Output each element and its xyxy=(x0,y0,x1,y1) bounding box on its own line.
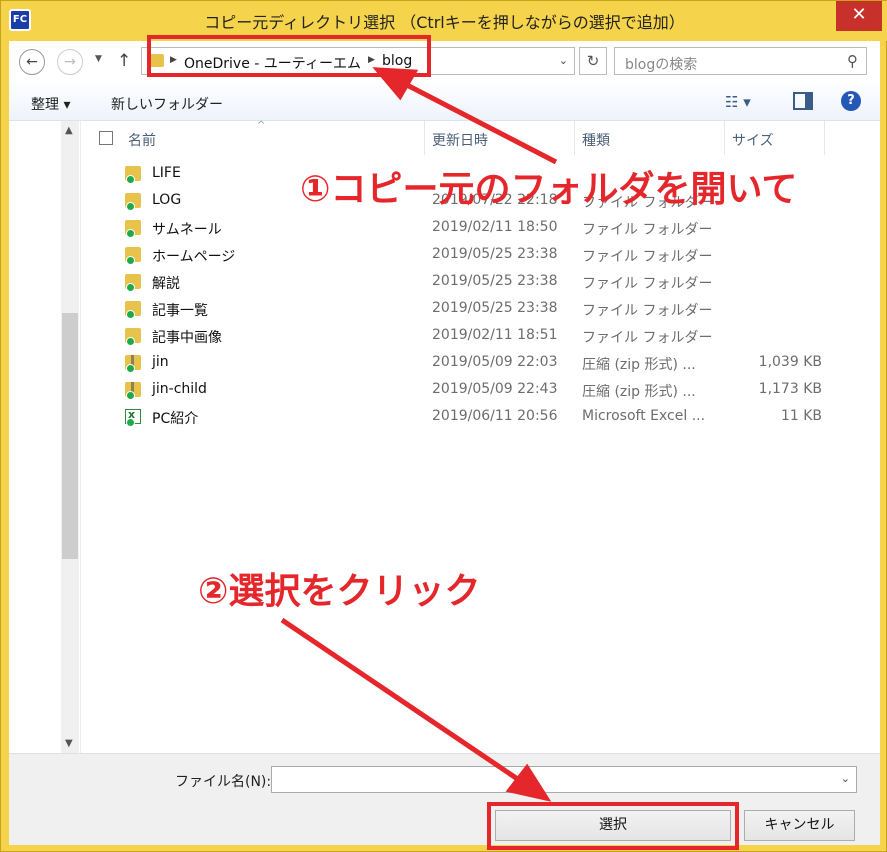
file-date: 2019/02/11 18:50 xyxy=(432,219,558,235)
annotation-step2: ②選択をクリック xyxy=(198,571,481,612)
file-type: ファイル フォルダー xyxy=(582,222,713,238)
file-type: ファイル フォルダー xyxy=(582,276,713,292)
file-size: 1,039 KB xyxy=(758,354,822,370)
column-name[interactable]: 名前 xyxy=(128,130,156,150)
address-dropdown-icon[interactable]: ⌄ xyxy=(559,54,568,67)
sync-status-icon xyxy=(126,229,135,238)
file-name: 解説 xyxy=(152,276,180,292)
file-name: サムネール xyxy=(152,222,222,238)
forward-button[interactable]: → xyxy=(57,49,83,75)
navigation-bar: ← → ▼ ↑ ▶ OneDrive - ユーティーエム ▶ blog ⌄ ↻ … xyxy=(9,35,880,83)
file-name: LIFE xyxy=(152,165,181,181)
annotation-step1: ①コピー元のフォルダを開いて xyxy=(300,169,798,210)
up-button[interactable]: ↑ xyxy=(117,51,131,71)
file-name: ホームページ xyxy=(152,249,236,265)
sort-ascending-icon: ^ xyxy=(257,120,266,131)
cancel-button[interactable]: キャンセル xyxy=(744,810,855,841)
scroll-thumb[interactable] xyxy=(62,313,78,559)
sync-status-icon xyxy=(126,391,135,400)
search-input[interactable]: blogの検索 ⚲ xyxy=(614,47,867,75)
select-button[interactable]: 選択 xyxy=(495,810,731,841)
recent-locations-chevron-icon[interactable]: ▼ xyxy=(95,54,102,64)
column-size[interactable]: サイズ xyxy=(732,130,774,150)
help-icon[interactable]: ? xyxy=(841,91,861,111)
refresh-button[interactable]: ↻ xyxy=(579,47,607,75)
sync-status-icon xyxy=(126,310,135,319)
sync-status-icon xyxy=(126,418,135,427)
file-row[interactable]: 記事一覧 2019/05/25 23:38 ファイル フォルダー xyxy=(81,296,880,323)
column-divider[interactable] xyxy=(574,121,575,155)
file-type: 圧縮 (zip 形式) ... xyxy=(582,357,696,373)
file-date: 2019/05/25 23:38 xyxy=(432,246,558,262)
file-row[interactable]: jin-child 2019/05/09 22:43 圧縮 (zip 形式) ...… xyxy=(81,377,880,404)
column-divider[interactable] xyxy=(824,121,825,155)
column-date[interactable]: 更新日時 xyxy=(432,130,488,150)
view-options-icon[interactable]: ☷ ▾ xyxy=(725,93,751,111)
file-type: ファイル フォルダー xyxy=(582,249,713,265)
title-bar: FC コピー元ディレクトリ選択 （Ctrlキーを押しながらの選択で追加） ✕ xyxy=(1,1,887,41)
file-list[interactable]: ^ 名前 更新日時 種類 サイズ LIFE LOG 2019/07/22 22:18… xyxy=(81,120,880,753)
file-name: 記事一覧 xyxy=(152,303,208,319)
file-name: LOG xyxy=(152,192,182,208)
file-name: PC紹介 xyxy=(152,411,199,427)
window-title: コピー元ディレクトリ選択 （Ctrlキーを押しながらの選択で追加） xyxy=(204,13,685,32)
search-icon: ⚲ xyxy=(847,52,858,70)
file-date: 2019/02/11 18:51 xyxy=(432,327,558,343)
file-date: 2019/05/25 23:38 xyxy=(432,300,558,316)
file-date: 2019/05/09 22:03 xyxy=(432,354,558,370)
sync-status-icon xyxy=(126,202,135,211)
column-header: ^ 名前 更新日時 種類 サイズ xyxy=(81,120,880,155)
file-type: ファイル フォルダー xyxy=(582,303,713,319)
file-type: 圧縮 (zip 形式) ... xyxy=(582,384,696,400)
address-highlight-box xyxy=(147,35,431,77)
organize-menu[interactable]: 整理 ▾ xyxy=(31,94,70,114)
close-button[interactable]: ✕ xyxy=(836,1,882,31)
file-row[interactable]: jin 2019/05/09 22:03 圧縮 (zip 形式) ... 1,039 … xyxy=(81,350,880,377)
file-row[interactable]: PC紹介 2019/06/11 20:56 Microsoft Excel ... 1… xyxy=(81,404,880,431)
file-date: 2019/06/11 20:56 xyxy=(432,408,558,424)
preview-pane-icon[interactable] xyxy=(793,92,813,110)
command-toolbar: 整理 ▾ 新しいフォルダー ☷ ▾ ? xyxy=(9,83,880,121)
file-size: 11 KB xyxy=(780,408,822,424)
sync-status-icon xyxy=(126,364,135,373)
file-type: ファイル フォルダー xyxy=(582,330,713,346)
select-all-checkbox[interactable] xyxy=(99,131,113,145)
filename-dropdown-icon[interactable]: ⌄ xyxy=(841,772,850,785)
file-type: Microsoft Excel ... xyxy=(582,408,706,424)
dialog-window: FC コピー元ディレクトリ選択 （Ctrlキーを押しながらの選択で追加） ✕ ←… xyxy=(0,0,887,852)
file-name: jin xyxy=(152,354,169,370)
column-divider[interactable] xyxy=(724,121,725,155)
file-row[interactable]: サムネール 2019/02/11 18:50 ファイル フォルダー xyxy=(81,215,880,242)
file-row[interactable]: 記事中画像 2019/02/11 18:51 ファイル フォルダー xyxy=(81,323,880,350)
file-date: 2019/05/09 22:43 xyxy=(432,381,558,397)
column-divider[interactable] xyxy=(424,121,425,155)
nav-scrollbar[interactable]: ▲ ▼ xyxy=(61,121,79,753)
file-name: jin-child xyxy=(152,381,207,397)
sync-status-icon xyxy=(126,256,135,265)
navigation-pane[interactable]: ▲ ▼ xyxy=(9,121,81,753)
new-folder-button[interactable]: 新しいフォルダー xyxy=(111,94,223,114)
sync-status-icon xyxy=(126,337,135,346)
filename-input[interactable]: ⌄ xyxy=(271,766,857,793)
file-name: 記事中画像 xyxy=(152,330,222,346)
filename-label: ファイル名(N): xyxy=(175,774,272,790)
scroll-down-icon[interactable]: ▼ xyxy=(65,738,73,749)
search-placeholder: blogの検索 xyxy=(625,57,698,73)
column-type[interactable]: 種類 xyxy=(582,130,610,150)
sync-status-icon xyxy=(126,283,135,292)
file-size: 1,173 KB xyxy=(758,381,822,397)
file-row[interactable]: 解説 2019/05/25 23:38 ファイル フォルダー xyxy=(81,269,880,296)
file-date: 2019/05/25 23:38 xyxy=(432,273,558,289)
dialog-footer: ファイル名(N): ⌄ 選択 キャンセル xyxy=(9,753,880,850)
back-button[interactable]: ← xyxy=(19,49,45,75)
sync-status-icon xyxy=(126,175,135,184)
scroll-up-icon[interactable]: ▲ xyxy=(65,125,73,136)
file-row[interactable]: ホームページ 2019/05/25 23:38 ファイル フォルダー xyxy=(81,242,880,269)
